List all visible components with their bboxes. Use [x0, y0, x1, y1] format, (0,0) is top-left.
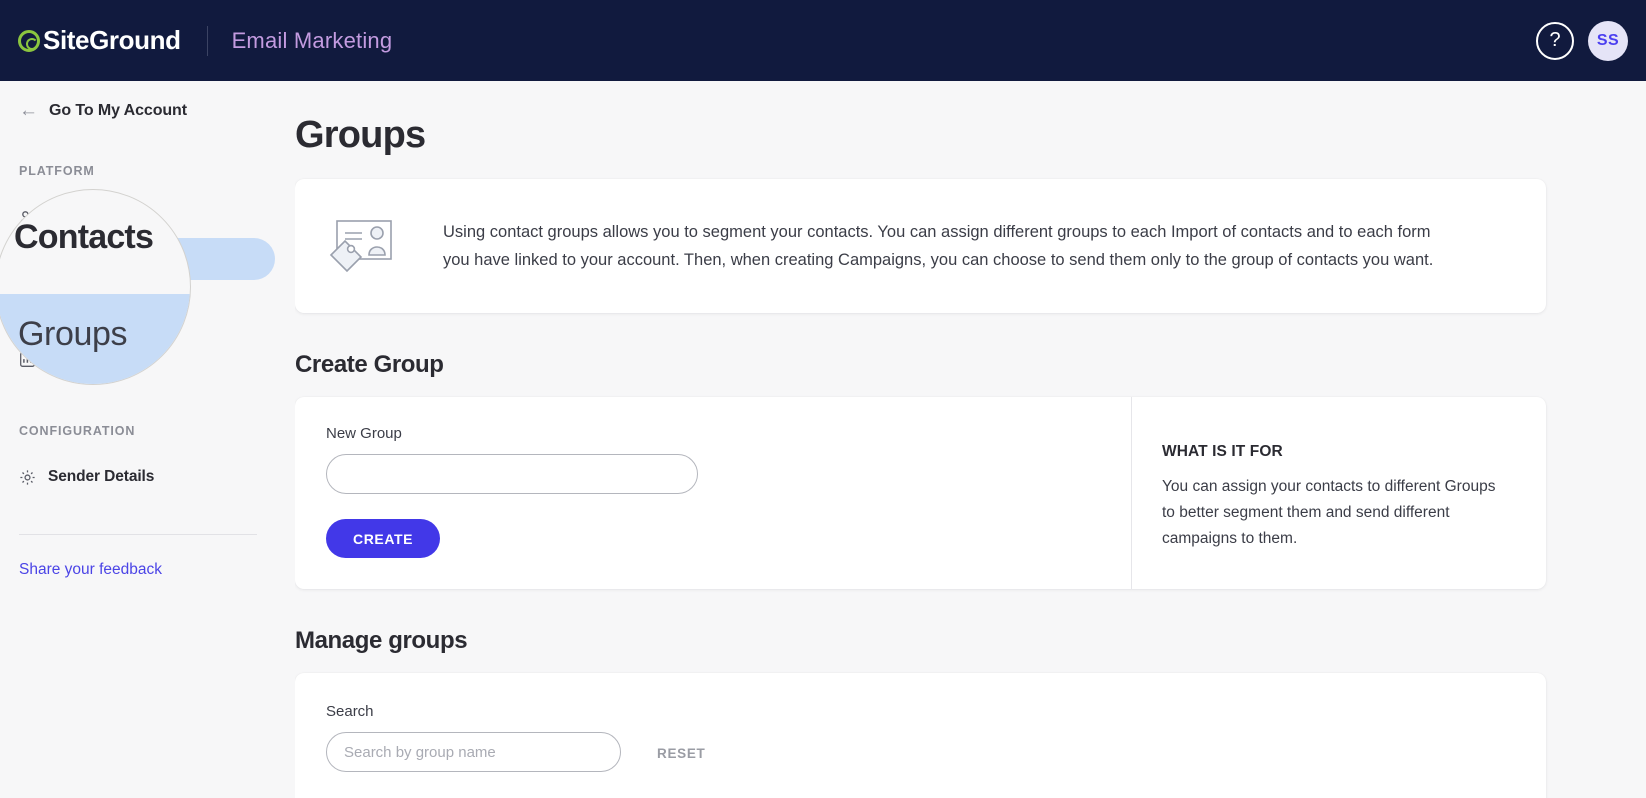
search-label: Search — [326, 703, 374, 720]
brand-name: SiteGround — [43, 25, 181, 55]
what-is-it-for-panel: WHAT IS IT FOR You can assign your conta… — [1131, 397, 1546, 589]
zoom-lens-contacts-label: Contacts — [14, 218, 154, 256]
avatar[interactable]: SS — [1588, 20, 1628, 61]
sidebar-section-configuration: CONFIGURATION — [19, 424, 136, 438]
new-group-input[interactable] — [326, 454, 698, 494]
create-group-form: New Group CREATE — [295, 397, 1131, 589]
search-row: Search RESET — [326, 703, 1546, 772]
search-field-group: Search — [326, 703, 621, 772]
brand-divider — [206, 25, 208, 56]
gear-icon — [20, 469, 35, 485]
sidebar-item-sender-details[interactable]: Sender Details — [6, 456, 275, 498]
what-is-it-for-body: You can assign your contacts to differen… — [1162, 478, 1496, 548]
main-content: Groups Using contact groups allows you t… — [295, 81, 1646, 798]
brand-logo[interactable]: SiteGround — [18, 25, 181, 56]
create-group-heading: Create Group — [295, 351, 444, 378]
new-group-label: New Group — [326, 425, 402, 442]
topbar-actions: ? SS — [1536, 20, 1628, 61]
manage-groups-heading: Manage groups — [295, 627, 468, 654]
top-navigation-bar: SiteGround Email Marketing ? SS — [0, 0, 1646, 81]
go-to-my-account-label: Go To My Account — [49, 101, 187, 119]
manage-groups-card: Search RESET — [295, 673, 1546, 798]
reset-button[interactable]: RESET — [657, 746, 706, 772]
create-group-card: New Group CREATE WHAT IS IT FOR You can … — [295, 397, 1546, 589]
go-to-my-account-link[interactable]: ← Go To My Account — [0, 95, 295, 126]
help-icon[interactable]: ? — [1536, 21, 1574, 60]
sidebar-section-platform: PLATFORM — [19, 164, 95, 178]
arrow-left-icon: ← — [19, 100, 38, 121]
contact-card-tag-icon — [329, 220, 392, 273]
share-feedback-link[interactable]: Share your feedback — [0, 535, 295, 579]
info-banner-text: Using contact groups allows you to segme… — [443, 222, 1434, 269]
search-input[interactable] — [326, 732, 621, 772]
sidebar-item-sender-details-label: Sender Details — [48, 468, 155, 485]
app-title: Email Marketing — [231, 27, 393, 53]
page-title: Groups — [295, 114, 426, 156]
zoom-lens-groups-label: Groups — [18, 315, 128, 353]
info-banner: Using contact groups allows you to segme… — [295, 179, 1546, 313]
sidebar: ← Go To My Account PLATFORM Contacts Gro… — [0, 81, 295, 798]
siteground-logo-icon — [18, 29, 40, 52]
zoom-lens-overlay: Contacts Groups — [0, 189, 191, 385]
what-is-it-for-title: WHAT IS IT FOR — [1162, 443, 1283, 460]
create-button[interactable]: CREATE — [326, 519, 441, 558]
